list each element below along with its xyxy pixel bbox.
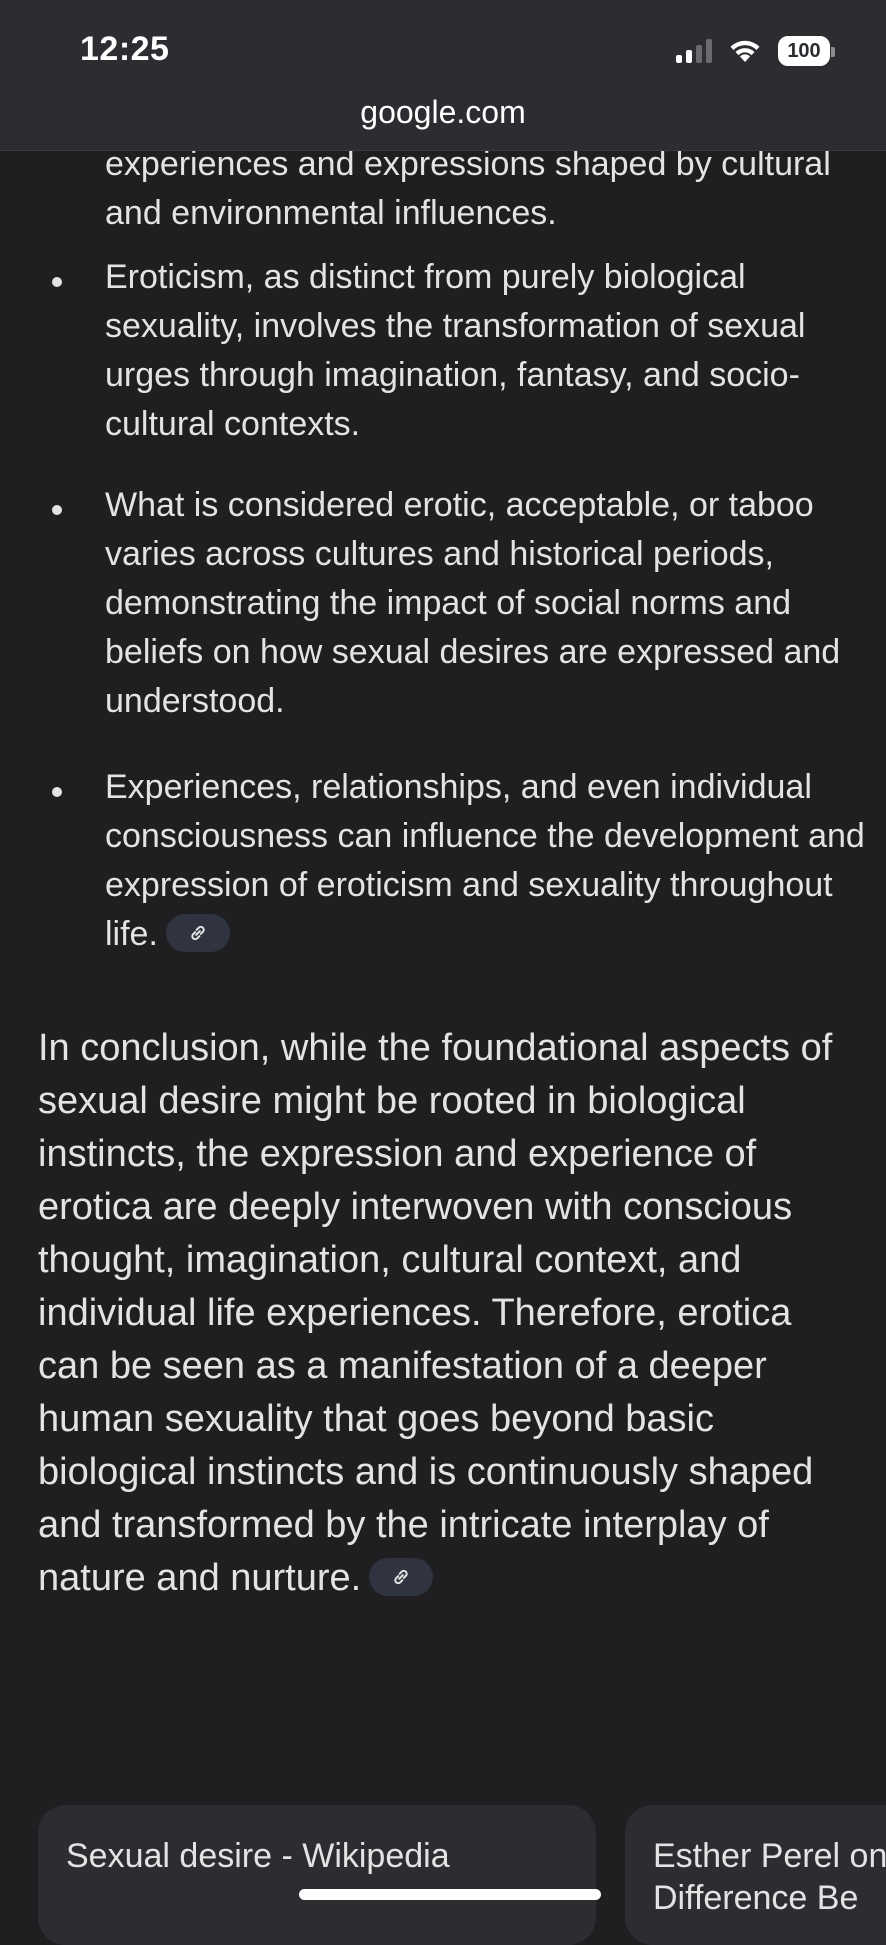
wifi-icon bbox=[730, 40, 760, 62]
conclusion-text: In conclusion, while the foundational as… bbox=[38, 1027, 833, 1599]
link-icon bbox=[191, 925, 205, 941]
battery-level: 100 bbox=[787, 39, 821, 62]
conclusion-paragraph: In conclusion, while the foundational as… bbox=[38, 1022, 858, 1605]
bullet-text: experiences and expressions shaped by cu… bbox=[105, 145, 831, 232]
status-time: 12:25 bbox=[80, 30, 170, 68]
source-card[interactable]: Esther Perel on Difference Be bbox=[625, 1805, 886, 1945]
bullet-continuation: experiences and expressions shaped by cu… bbox=[105, 140, 865, 238]
source-cards-carousel[interactable]: Sexual desire - Wikipedia Esther Perel o… bbox=[0, 1805, 886, 1945]
source-card[interactable]: Sexual desire - Wikipedia bbox=[38, 1805, 596, 1945]
address-bar-url[interactable]: google.com bbox=[0, 94, 886, 131]
home-indicator[interactable] bbox=[299, 1889, 601, 1900]
bullet-dot bbox=[52, 505, 62, 515]
source-link-button[interactable] bbox=[165, 914, 230, 953]
bullet-dot bbox=[52, 787, 62, 797]
status-bar: 12:25 100 google.com bbox=[0, 0, 886, 151]
bullet-text: Eroticism, as distinct from purely biolo… bbox=[105, 258, 806, 443]
bullet-dot bbox=[52, 277, 62, 287]
list-item: Eroticism, as distinct from purely biolo… bbox=[105, 253, 865, 449]
bullet-text: What is considered erotic, acceptable, o… bbox=[105, 486, 841, 720]
status-icons: 100 bbox=[676, 34, 835, 68]
battery-icon: 100 bbox=[778, 36, 835, 66]
list-item: Experiences, relationships, and even ind… bbox=[105, 763, 865, 959]
source-link-button[interactable] bbox=[369, 1557, 434, 1596]
link-icon bbox=[394, 1569, 408, 1585]
list-item: What is considered erotic, acceptable, o… bbox=[105, 481, 865, 726]
cellular-signal-icon bbox=[676, 39, 712, 63]
source-card-title: Esther Perel on Difference Be bbox=[653, 1837, 886, 1917]
source-card-title: Sexual desire - Wikipedia bbox=[66, 1837, 450, 1875]
